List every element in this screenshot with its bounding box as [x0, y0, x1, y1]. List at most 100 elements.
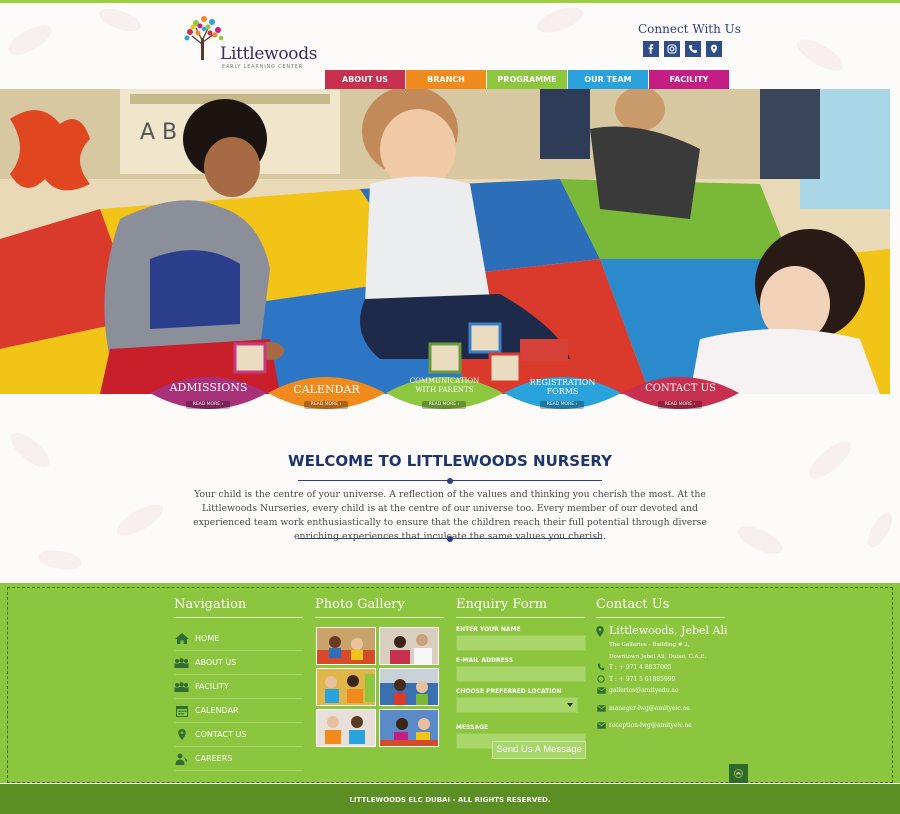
read-more-link[interactable]: READ MORE › — [658, 401, 702, 409]
divider — [298, 478, 602, 484]
footer-nav-label: ABOUT US — [195, 658, 237, 667]
instagram-icon[interactable] — [664, 41, 680, 57]
facebook-icon[interactable] — [643, 41, 659, 57]
footer-contact-title: Contact Us — [596, 597, 670, 612]
contact-email[interactable]: galleries@amityedu.ae — [596, 686, 679, 694]
footer-nav-list: HOME ABOUT US FACILITY CALENDAR CONTACT … — [174, 627, 303, 771]
email-text: reception-lwg@amityelc.ae — [609, 721, 692, 729]
brand-tagline: EARLY LEARNING CENTER — [222, 64, 303, 70]
careers-icon — [174, 753, 189, 765]
quick-link-registration[interactable]: REGISTRATION FORMS READ MORE › — [504, 369, 621, 417]
send-message-button[interactable]: Send Us A Message — [492, 741, 586, 759]
read-more-link[interactable]: READ MORE › — [304, 401, 348, 409]
divider — [298, 536, 602, 542]
address-line: Downtown Jebel Ali, Dubai, U.A.E. — [609, 654, 707, 660]
read-more-link[interactable]: READ MORE › — [422, 401, 466, 409]
contact-phone[interactable]: T : + 971 4 8837005 — [596, 663, 672, 671]
quick-link-communication[interactable]: COMMUNICATION WITH PARENTS READ MORE › — [386, 369, 503, 417]
chevron-down-icon — [567, 703, 573, 707]
quick-links: ADMISSIONS READ MORE › CALENDAR READ MOR… — [150, 369, 740, 419]
brand-name: Littlewoods — [220, 44, 318, 64]
email-text: galleries@amityedu.ae — [609, 686, 679, 694]
gallery-thumbnail[interactable] — [316, 668, 376, 706]
footer-nav-label: FACILITY — [195, 682, 229, 691]
mail-icon — [596, 686, 606, 694]
social-links — [643, 41, 722, 57]
address-line: The Galleries - Building # 2, — [609, 642, 690, 648]
location-select[interactable] — [456, 697, 578, 713]
quick-link-label: CONTACT US — [645, 383, 716, 394]
email-label: E-MAIL ADDRESS — [456, 657, 514, 664]
group-icon — [174, 657, 189, 669]
photo-gallery — [316, 627, 441, 747]
welcome-title: WELCOME TO LITTLEWOODS NURSERY — [288, 452, 612, 470]
footer-nav-label: CONTACT US — [195, 730, 247, 739]
home-icon — [174, 633, 189, 645]
footer-nav-careers[interactable]: CAREERS — [174, 747, 303, 771]
footer-navigation-title: Navigation — [174, 597, 247, 612]
gallery-thumbnail[interactable] — [379, 709, 439, 747]
email-input[interactable] — [456, 666, 586, 682]
quick-link-admissions[interactable]: ADMISSIONS READ MORE › — [150, 369, 267, 417]
nav-about-us[interactable]: ABOUT US — [325, 70, 405, 89]
main-navigation: ABOUT US BRANCH PROGRAMME OUR TEAM FACIL… — [325, 70, 729, 89]
quick-link-label-line2: WITH PARENTS — [415, 386, 474, 394]
nav-facility[interactable]: FACILITY — [649, 70, 729, 89]
whatsapp-text: T : + 971 5 61885999 — [609, 675, 676, 683]
footer-gallery-title: Photo Gallery — [315, 597, 405, 612]
location-icon[interactable] — [706, 41, 722, 57]
footer-nav-label: HOME — [195, 634, 220, 643]
phone-icon[interactable] — [685, 41, 701, 57]
divider — [596, 617, 725, 618]
footer-nav-about-us[interactable]: ABOUT US — [174, 651, 303, 675]
quick-link-calendar[interactable]: CALENDAR READ MORE › — [268, 369, 385, 417]
gallery-thumbnail[interactable] — [379, 668, 439, 706]
footer-nav-label: CALENDAR — [195, 706, 239, 715]
email-text: manager-lwg@amityelc.ae — [609, 704, 690, 712]
nav-our-team[interactable]: OUR TEAM — [568, 70, 648, 89]
site-logo[interactable]: Littlewoods EARLY LEARNING CENTER — [182, 14, 318, 72]
gallery-thumbnail[interactable] — [379, 627, 439, 665]
whatsapp-icon — [596, 675, 606, 683]
quick-link-contact-us[interactable]: CONTACT US READ MORE › — [622, 369, 739, 417]
nav-branch[interactable]: BRANCH — [406, 70, 486, 89]
footer-nav-facility[interactable]: FACILITY — [174, 675, 303, 699]
footer-dashed-border — [7, 587, 893, 783]
read-more-link[interactable]: READ MORE › — [186, 401, 230, 409]
mail-icon — [596, 704, 606, 712]
phone-icon — [596, 663, 606, 671]
quick-link-label: REGISTRATION — [529, 378, 596, 387]
nav-programme[interactable]: PROGRAMME — [487, 70, 567, 89]
location-label: CHOOSE PREFERRED LOCATION — [456, 688, 562, 695]
contact-whatsapp[interactable]: T : + 971 5 61885999 — [596, 675, 675, 683]
mail-icon — [596, 721, 606, 729]
gallery-thumbnail[interactable] — [316, 709, 376, 747]
divider — [456, 617, 585, 618]
group-icon — [174, 681, 189, 693]
contact-address: The Galleries - Building # 2, Downtown J… — [609, 639, 706, 663]
footer-nav-label: CAREERS — [195, 754, 233, 763]
footer-nav-contact-us[interactable]: CONTACT US — [174, 723, 303, 747]
scroll-to-top-button[interactable] — [729, 764, 748, 783]
quick-link-label: COMMUNICATION — [409, 377, 480, 385]
name-input[interactable] — [456, 635, 586, 651]
contact-email[interactable]: manager-lwg@amityelc.ae — [596, 704, 690, 712]
message-label: MESSAGE — [456, 724, 489, 731]
divider — [174, 617, 303, 618]
quick-link-label-line2: FORMS — [546, 387, 579, 396]
read-more-link[interactable]: READ MORE › — [540, 401, 584, 409]
gallery-thumbnail[interactable] — [316, 627, 376, 665]
quick-link-label: ADMISSIONS — [169, 381, 248, 394]
copyright-bar: LITTLEWOODS ELC DUBAI - ALL RIGHTS RESER… — [0, 784, 900, 814]
footer-nav-home[interactable]: HOME — [174, 627, 303, 651]
connect-title: Connect With Us — [638, 22, 741, 36]
enquiry-form: ENTER YOUR NAME E-MAIL ADDRESS CHOOSE PR… — [456, 626, 586, 759]
contact-email[interactable]: reception-lwg@amityelc.ae — [596, 721, 692, 729]
contact-branch-name: Littlewoods, Jebel Ali — [609, 624, 728, 637]
location-icon — [174, 729, 189, 741]
chevron-up-icon — [734, 769, 743, 778]
footer-nav-calendar[interactable]: CALENDAR — [174, 699, 303, 723]
name-label: ENTER YOUR NAME — [456, 626, 521, 633]
footer-form-title: Enquiry Form — [456, 597, 548, 612]
divider — [315, 617, 444, 618]
